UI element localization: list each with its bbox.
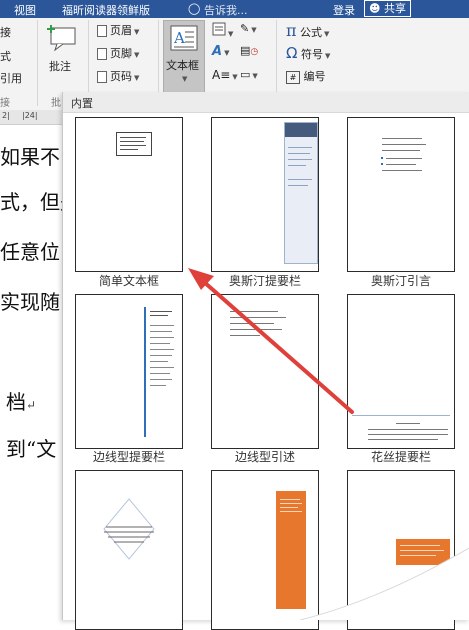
chevron-down-icon: ▼ bbox=[228, 30, 234, 38]
chevron-down-icon: ▼ bbox=[324, 52, 331, 60]
ribbon-partial-label-2[interactable]: 式 bbox=[0, 48, 11, 64]
gallery-item-label: 奥斯汀提要栏 bbox=[228, 274, 301, 288]
login-link[interactable]: 登录 bbox=[333, 2, 355, 18]
title-bar: 视图 福昕阅读器领鲜版 ◯ 告诉我... 登录 ☻ 共享 bbox=[0, 0, 469, 18]
header-icon bbox=[97, 25, 107, 37]
symbol-label: 符号 bbox=[300, 48, 323, 61]
date-time-button[interactable]: ▤◷ bbox=[240, 44, 258, 57]
orange-quote-preview bbox=[396, 539, 450, 565]
tab-foxit[interactable]: 福昕阅读器领鲜版 bbox=[62, 2, 150, 18]
header-label: 页眉 bbox=[110, 24, 132, 37]
gallery-item-banded-quote[interactable] bbox=[211, 294, 319, 449]
comment-icon bbox=[47, 25, 76, 52]
orange-sidebar-preview bbox=[276, 491, 306, 609]
comment-group-partial-label: 批 bbox=[51, 98, 61, 109]
quick-parts-icon bbox=[212, 22, 226, 36]
object-icon: ▭ bbox=[240, 68, 251, 81]
chevron-down-icon: ▼ bbox=[324, 30, 330, 38]
textbox-gallery: 内置 简单文本框 奥斯汀提要栏 奥斯汀引言 边线型提要栏 边线型引述 花丝提要栏 bbox=[62, 92, 469, 630]
chevron-down-icon: ▼ bbox=[224, 49, 230, 57]
paragraph-mark-icon: ↵ bbox=[26, 398, 37, 412]
gallery-item-banded-sidebar[interactable] bbox=[75, 294, 183, 449]
numbering-icon: # bbox=[286, 71, 300, 84]
formula-button[interactable]: π 公式 ▼ bbox=[286, 21, 329, 40]
tell-me-search[interactable]: 告诉我... bbox=[204, 2, 248, 18]
share-button[interactable]: ☻ 共享 bbox=[364, 0, 411, 17]
sidebar-preview bbox=[284, 122, 318, 264]
ruler-tick: 2| bbox=[2, 111, 10, 120]
svg-text:A: A bbox=[173, 29, 185, 47]
chevron-down-icon: ▼ bbox=[182, 75, 188, 83]
document-line: 如果不 bbox=[0, 145, 60, 169]
ribbon-partial-label-3[interactable]: 引用 bbox=[0, 70, 22, 86]
document-line: 档↵ bbox=[6, 386, 36, 415]
textbox-label: 文本框 bbox=[166, 59, 199, 72]
document-line: 实现随 bbox=[0, 290, 60, 314]
drop-cap-icon: A≡ bbox=[212, 68, 231, 82]
grid-preview bbox=[103, 498, 155, 560]
pi-icon: π bbox=[286, 21, 297, 40]
horizontal-ruler: 2| |24| bbox=[0, 110, 62, 125]
page-number-label: 页码 bbox=[110, 70, 132, 83]
gallery-item-label: 简单文本框 bbox=[98, 274, 159, 288]
comment-label: 批注 bbox=[49, 60, 71, 73]
numbering-button[interactable]: # 编号 bbox=[286, 68, 326, 84]
wordart-icon: A bbox=[212, 44, 223, 59]
gallery-item-7[interactable] bbox=[75, 470, 183, 630]
header-button[interactable]: 页眉 ▼ bbox=[97, 22, 139, 38]
gallery-section-title: 内置 bbox=[71, 97, 93, 110]
chevron-down-icon: ▼ bbox=[232, 73, 238, 81]
page-number-icon bbox=[97, 71, 107, 83]
gallery-item-filigree-sidebar[interactable] bbox=[347, 294, 455, 449]
textbox-icon: A bbox=[170, 25, 198, 51]
gallery-item-label: 奥斯汀引言 bbox=[370, 274, 431, 288]
ribbon-group-partial-label: 接 bbox=[0, 98, 10, 109]
chevron-down-icon: ▼ bbox=[134, 51, 140, 59]
quick-parts-button[interactable]: ▼ bbox=[212, 22, 233, 39]
gallery-item-label: 边线型引述 bbox=[234, 450, 295, 464]
footer-icon bbox=[97, 48, 107, 60]
date-time-icon: ▤ bbox=[240, 44, 251, 57]
gallery-item-austin-sidebar[interactable] bbox=[211, 117, 319, 272]
ruler-tick: |24| bbox=[22, 111, 38, 120]
document-line: 到“文 bbox=[6, 437, 57, 461]
chevron-down-icon: ▼ bbox=[134, 28, 140, 36]
footer-button[interactable]: 页脚 ▼ bbox=[97, 45, 139, 61]
formula-label: 公式 bbox=[300, 26, 323, 39]
gallery-item-label: 边线型提要栏 bbox=[92, 450, 165, 464]
gallery-item-simple-textbox[interactable] bbox=[75, 117, 183, 272]
chevron-down-icon: ▼ bbox=[134, 74, 140, 82]
clock-icon: ◷ bbox=[250, 47, 259, 57]
footer-label: 页脚 bbox=[110, 47, 132, 60]
drop-cap-button[interactable]: A≡ ▼ bbox=[212, 68, 238, 82]
share-label: 共享 bbox=[383, 2, 406, 15]
gallery-section-header: 内置 bbox=[63, 92, 469, 113]
document-line-text: 档 bbox=[6, 390, 26, 414]
omega-icon: Ω bbox=[286, 44, 298, 62]
symbol-button[interactable]: Ω 符号 ▼ bbox=[286, 44, 330, 62]
tab-view[interactable]: 视图 bbox=[14, 2, 36, 18]
textbox-preview bbox=[116, 132, 152, 156]
ribbon-partial-label-1[interactable]: 接 bbox=[0, 24, 11, 40]
gallery-item-8[interactable] bbox=[211, 470, 319, 630]
signature-line-button[interactable]: ✎ ▼ bbox=[240, 22, 257, 35]
person-icon: ☻ bbox=[369, 2, 381, 15]
chevron-down-icon: ▼ bbox=[252, 72, 258, 80]
lightbulb-icon: ◯ bbox=[188, 2, 201, 15]
wordart-button[interactable]: A ▼ bbox=[212, 44, 229, 59]
object-button[interactable]: ▭ ▼ bbox=[240, 68, 258, 81]
page-number-button[interactable]: 页码 ▼ bbox=[97, 68, 139, 84]
document-line: 任意位 bbox=[0, 240, 60, 264]
gallery-item-austin-quote[interactable] bbox=[347, 117, 455, 272]
chevron-down-icon: ▼ bbox=[251, 26, 257, 34]
gallery-item-label: 花丝提要栏 bbox=[370, 450, 431, 464]
numbering-label: 编号 bbox=[303, 70, 326, 83]
signature-icon: ✎ bbox=[240, 22, 250, 35]
gallery-item-9[interactable] bbox=[347, 470, 455, 630]
new-comment-button[interactable]: 批注 bbox=[42, 20, 82, 80]
